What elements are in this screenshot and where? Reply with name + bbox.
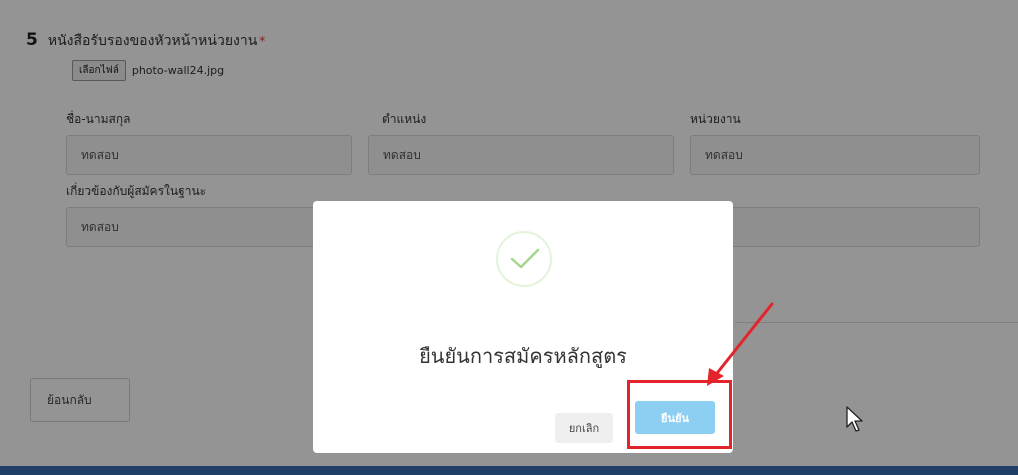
bottom-bar xyxy=(0,466,1018,475)
annotation-arrow-icon xyxy=(707,302,774,386)
mouse-cursor-icon xyxy=(846,406,863,432)
